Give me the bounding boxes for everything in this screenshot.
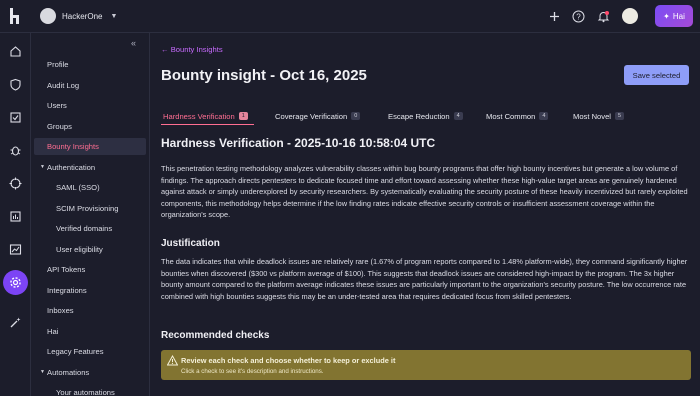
sidebar-item-label: Automations bbox=[47, 367, 90, 377]
tab-label: Hardness Verification bbox=[163, 111, 235, 121]
caret-down-icon: ▼ bbox=[40, 369, 45, 375]
caret-down-icon: ▼ bbox=[40, 164, 45, 170]
sidebar-item-profile[interactable]: Profile bbox=[34, 56, 146, 73]
chevron-down-icon: ▼ bbox=[110, 12, 118, 20]
collapse-sidebar-icon[interactable]: « bbox=[131, 38, 136, 48]
shield-icon[interactable] bbox=[7, 76, 24, 93]
target-icon[interactable] bbox=[7, 175, 24, 192]
tab-hardness-verification[interactable]: Hardness Verification 1 bbox=[163, 110, 248, 122]
tab-label: Escape Reduction bbox=[388, 111, 450, 121]
tab-count: 4 bbox=[539, 112, 549, 120]
sidebar-item-your-automations[interactable]: Your automations bbox=[34, 384, 146, 396]
home-icon[interactable] bbox=[7, 43, 24, 60]
sidebar-item-label: Bounty Insights bbox=[47, 142, 99, 151]
save-selected-button[interactable]: Save selected bbox=[624, 65, 689, 85]
tab-count: 1 bbox=[238, 112, 248, 120]
chart-icon[interactable] bbox=[7, 241, 24, 258]
tab-count: 5 bbox=[614, 112, 625, 120]
bell-icon[interactable] bbox=[595, 8, 611, 24]
recommended-checks-heading: Recommended checks bbox=[161, 330, 270, 341]
tab-count: 4 bbox=[453, 112, 463, 120]
page-title: Bounty insight - Oct 16, 2025 bbox=[161, 67, 367, 84]
sparkle-icon: ✦ bbox=[663, 11, 670, 21]
help-icon[interactable]: ? bbox=[570, 8, 586, 24]
sidebar-item-user-eligibility[interactable]: User eligibility bbox=[34, 241, 146, 258]
sidebar-item-label: SCIM Provisioning bbox=[56, 203, 119, 213]
main-content: ← Bounty Insights Bounty insight - Oct 1… bbox=[150, 33, 700, 396]
sidebar-item-saml-sso[interactable]: SAML (SSO) bbox=[34, 179, 146, 196]
sidebar-item-label: User eligibility bbox=[56, 244, 103, 254]
sidebar-item-label: Audit Log bbox=[47, 80, 80, 90]
sidebar-item-groups[interactable]: Groups bbox=[34, 118, 146, 135]
settings-sidebar: « Profile Audit Log Users Groups Bounty … bbox=[31, 33, 150, 396]
justification-text: The data indicates that while deadlock i… bbox=[161, 257, 688, 301]
sidebar-item-label: SAML (SSO) bbox=[56, 183, 100, 192]
back-link[interactable]: ← Bounty Insights bbox=[161, 45, 223, 54]
sidebar-item-integrations[interactable]: Integrations bbox=[34, 282, 146, 299]
sidebar-item-label: Authentication bbox=[47, 162, 96, 172]
sidebar-item-label: Users bbox=[47, 101, 67, 110]
org-name: HackerOne bbox=[62, 11, 103, 21]
sidebar-item-label: Integrations bbox=[47, 285, 87, 295]
inbox-check-icon[interactable] bbox=[7, 109, 24, 126]
methodology-description: This penetration testing methodology ana… bbox=[161, 164, 688, 219]
tab-count: 0 bbox=[351, 112, 361, 120]
sidebar-item-bounty-insights[interactable]: Bounty Insights bbox=[34, 138, 146, 155]
tab-label: Coverage Verification bbox=[275, 111, 348, 121]
icon-rail bbox=[0, 33, 31, 396]
top-bar: HackerOne ▼ ? ✦ Hai bbox=[0, 0, 700, 33]
sidebar-item-users[interactable]: Users bbox=[34, 97, 146, 114]
bug-icon[interactable] bbox=[7, 142, 24, 159]
sidebar-item-audit-log[interactable]: Audit Log bbox=[34, 77, 146, 94]
sidebar-item-label: Your automations bbox=[56, 388, 115, 396]
tab-most-common[interactable]: Most Common 4 bbox=[486, 110, 549, 122]
sidebar-item-label: API Tokens bbox=[47, 265, 86, 274]
sidebar-item-authentication[interactable]: ▼ Authentication bbox=[34, 159, 146, 176]
sidebar-item-label: Inboxes bbox=[47, 306, 74, 315]
review-notice: Review each check and choose whether to … bbox=[161, 350, 691, 380]
sidebar-item-label: Legacy Features bbox=[47, 347, 104, 356]
user-avatar[interactable] bbox=[622, 8, 638, 24]
sidebar-item-verified-domains[interactable]: Verified domains bbox=[34, 220, 146, 237]
sidebar-item-scim-provisioning[interactable]: SCIM Provisioning bbox=[34, 200, 146, 217]
plus-icon[interactable] bbox=[546, 8, 562, 24]
hai-label: Hai bbox=[672, 11, 685, 21]
sidebar-item-label: Verified domains bbox=[56, 224, 113, 233]
sidebar-item-api-tokens[interactable]: API Tokens bbox=[34, 261, 146, 278]
tab-label: Most Novel bbox=[573, 111, 611, 121]
sidebar-item-label: Profile bbox=[47, 60, 69, 69]
notice-title: Review each check and choose whether to … bbox=[181, 356, 396, 365]
sidebar-item-label: Hai bbox=[47, 326, 59, 336]
sidebar-item-legacy-features[interactable]: Legacy Features bbox=[34, 343, 146, 360]
magic-wand-icon[interactable] bbox=[7, 314, 24, 331]
tab-escape-reduction[interactable]: Escape Reduction 4 bbox=[388, 110, 463, 122]
settings-icon[interactable] bbox=[3, 270, 28, 295]
hai-button[interactable]: ✦ Hai bbox=[655, 5, 693, 27]
sidebar-item-label: Groups bbox=[47, 121, 72, 131]
tab-label: Most Common bbox=[486, 111, 536, 121]
svg-text:?: ? bbox=[576, 12, 581, 21]
tab-most-novel[interactable]: Most Novel 5 bbox=[573, 110, 625, 122]
report-icon[interactable] bbox=[7, 208, 24, 225]
notice-subtitle: Click a check to see it's description an… bbox=[181, 368, 324, 375]
org-switcher[interactable]: HackerOne ▼ bbox=[40, 7, 117, 25]
warning-icon bbox=[167, 355, 178, 366]
tab-coverage-verification[interactable]: Coverage Verification 0 bbox=[275, 110, 361, 122]
sidebar-item-hai[interactable]: Hai bbox=[34, 323, 146, 340]
justification-heading: Justification bbox=[161, 238, 220, 249]
active-tab-underline bbox=[161, 124, 254, 125]
section-title: Hardness Verification - 2025-10-16 10:58… bbox=[161, 136, 436, 150]
hackerone-logo-icon[interactable] bbox=[8, 6, 24, 26]
sidebar-item-inboxes[interactable]: Inboxes bbox=[34, 302, 146, 319]
org-avatar bbox=[40, 8, 56, 24]
sidebar-item-automations[interactable]: ▼ Automations bbox=[34, 364, 146, 381]
